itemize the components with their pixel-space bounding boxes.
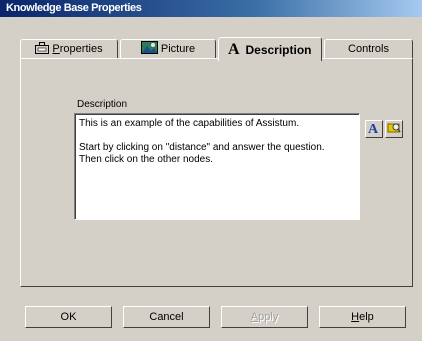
tab-properties[interactable]: Properties (20, 39, 118, 58)
tab-picture[interactable]: Picture (120, 39, 216, 58)
properties-icon (35, 41, 50, 57)
description-label: Description (77, 99, 128, 110)
tab-properties-label: Properties (52, 43, 103, 55)
font-a-icon: A (228, 41, 242, 58)
tab-controls-label: Controls (348, 43, 389, 55)
tab-picture-label: Picture (160, 43, 196, 55)
ok-button[interactable]: OK (25, 306, 112, 328)
help-button[interactable]: Help (319, 306, 406, 328)
tab-strip: Properties Picture A Description Control… (20, 37, 413, 61)
browse-button[interactable] (385, 120, 403, 138)
folder-browse-icon (387, 121, 401, 137)
tab-controls[interactable]: Controls (324, 39, 413, 58)
svg-text:A: A (228, 41, 240, 55)
dialog-window: Knowledge Base Properties Properties Pic… (0, 0, 422, 341)
help-button-label: Help (351, 311, 374, 323)
apply-button[interactable]: Apply (221, 306, 308, 328)
apply-button-label: Apply (250, 311, 279, 323)
tab-description-label: Description (245, 42, 312, 57)
font-a-icon: A (368, 121, 381, 137)
tab-description[interactable]: A Description (218, 37, 322, 61)
cancel-button[interactable]: Cancel (123, 306, 210, 328)
description-textarea[interactable]: This is an example of the capabilities o… (74, 113, 360, 220)
picture-icon (140, 41, 158, 57)
title-bar: Knowledge Base Properties (0, 0, 422, 17)
svg-text:A: A (368, 122, 379, 134)
font-button[interactable]: A (365, 120, 383, 138)
